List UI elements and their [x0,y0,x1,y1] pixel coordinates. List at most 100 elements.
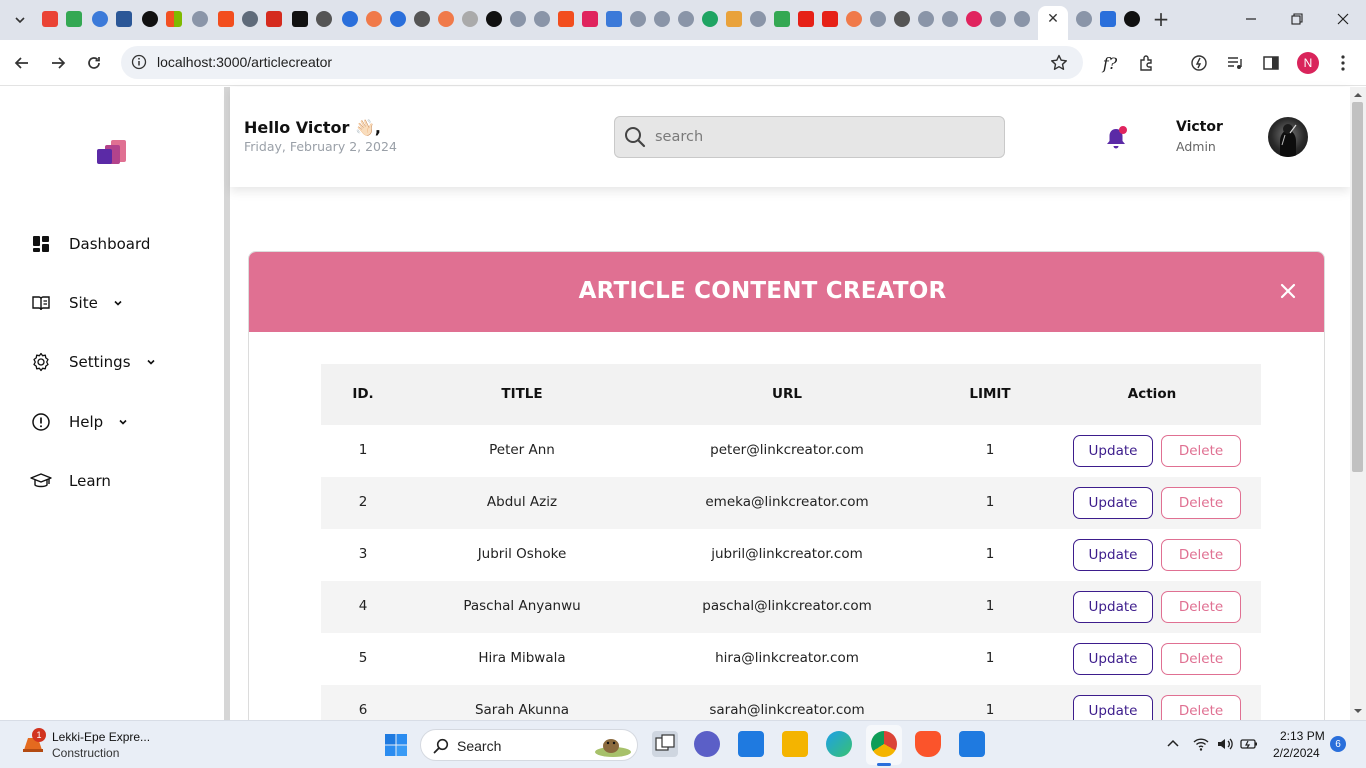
formula-extension-icon[interactable]: f? [1099,52,1121,74]
tab-site-icon[interactable] [702,11,718,27]
avatar[interactable] [1268,117,1308,157]
tab-site-icon[interactable] [918,11,934,27]
tab-site-icon[interactable] [966,11,982,27]
tab-github-icon[interactable] [894,11,910,27]
tab-github-icon[interactable] [316,11,332,27]
tab-site-icon[interactable] [606,11,622,27]
tab-search-button[interactable] [8,8,32,32]
delete-button[interactable]: Delete [1161,591,1241,623]
chrome-browser-icon[interactable] [871,731,897,757]
close-tab-icon[interactable]: ✕ [1046,12,1060,26]
tab-site-icon[interactable] [1124,11,1140,27]
tab-gmail-icon[interactable] [42,11,58,27]
scroll-down-arrow-icon[interactable] [1352,706,1364,716]
scroll-up-arrow-icon[interactable] [1352,90,1364,100]
vscode-icon[interactable] [959,731,985,757]
sidebar-item-learn[interactable]: Learn [30,467,111,495]
tab-site-icon[interactable] [438,11,454,27]
back-button[interactable] [11,52,33,74]
update-button[interactable]: Update [1073,591,1153,623]
delete-button[interactable]: Delete [1161,487,1241,519]
new-tab-icon[interactable]: + [1152,9,1170,29]
forward-button[interactable] [47,52,69,74]
tab-meet-icon[interactable] [774,11,790,27]
sidebar-item-site[interactable]: Site [30,289,124,317]
tab-site-icon[interactable] [678,11,694,27]
delete-button[interactable]: Delete [1161,435,1241,467]
tab-site-icon[interactable] [534,11,550,27]
tab-figma-icon[interactable] [218,11,234,27]
tab-meet-icon[interactable] [66,11,82,27]
performance-icon[interactable] [1188,52,1210,74]
volume-icon[interactable] [1216,735,1234,753]
bookmark-star-icon[interactable] [1049,53,1069,73]
taskbar-search[interactable]: Search [420,729,638,761]
profile-avatar[interactable]: N [1297,52,1319,74]
delete-button[interactable]: Delete [1161,539,1241,571]
tab-site-icon[interactable] [342,11,358,27]
sidebar-item-dashboard[interactable]: Dashboard [30,230,150,258]
teams-chat-icon[interactable] [694,731,720,757]
close-icon[interactable] [1277,280,1299,302]
tab-site-icon[interactable] [582,11,598,27]
tab-canada-icon[interactable] [266,11,282,27]
clock-time[interactable]: 2:13 PM [1280,729,1325,743]
close-window-icon[interactable] [1334,10,1352,28]
microsoft-store-icon[interactable] [738,731,764,757]
tab-info-icon[interactable] [242,11,258,27]
notification-count-badge[interactable]: 6 [1330,736,1346,752]
tab-site-icon[interactable] [1100,11,1116,27]
restore-icon[interactable] [1288,10,1306,28]
clock-date[interactable]: 2/2/2024 [1273,746,1320,760]
browser-menu-icon[interactable] [1332,52,1354,74]
tab-site-icon[interactable] [726,11,742,27]
address-url[interactable]: localhost:3000/articlecreator [157,54,332,70]
update-button[interactable]: Update [1073,539,1153,571]
tab-site-icon[interactable] [846,11,862,27]
search-input[interactable] [655,125,985,149]
edge-browser-icon[interactable] [826,731,852,757]
tab-site-icon[interactable] [942,11,958,27]
brave-browser-icon[interactable] [915,731,941,757]
app-logo[interactable] [97,140,127,164]
side-panel-icon[interactable] [1260,52,1282,74]
tab-site-icon[interactable] [92,11,108,27]
tab-site-icon[interactable] [462,11,478,27]
tab-site-icon[interactable] [654,11,670,27]
tab-site-icon[interactable] [1076,11,1092,27]
tab-app-icon[interactable] [142,11,158,27]
tab-site-icon[interactable] [750,11,766,27]
tab-site-icon[interactable] [366,11,382,27]
tab-site-icon[interactable] [990,11,1006,27]
tab-youtube-icon[interactable] [798,11,814,27]
tab-site-icon[interactable] [192,11,208,27]
update-button[interactable]: Update [1073,487,1153,519]
file-explorer-icon[interactable] [782,731,808,757]
media-control-icon[interactable] [1224,52,1246,74]
tab-youtube-icon[interactable] [822,11,838,27]
delete-button[interactable]: Delete [1161,643,1241,675]
tab-site-icon[interactable] [510,11,526,27]
wifi-icon[interactable] [1192,735,1210,753]
extensions-icon[interactable] [1136,52,1158,74]
tab-microsoft-icon[interactable] [166,11,182,27]
tab-site-icon[interactable] [870,11,886,27]
tab-github-icon[interactable] [414,11,430,27]
address-bar[interactable]: localhost:3000/articlecreator [121,46,1083,79]
search-bar[interactable] [614,116,1005,158]
update-button[interactable]: Update [1073,435,1153,467]
tab-site-icon[interactable] [630,11,646,27]
news-widget-title[interactable]: Lekki-Epe Expre... [52,730,150,744]
tab-app-icon[interactable] [292,11,308,27]
scrollbar-thumb[interactable] [1352,102,1363,472]
tab-word-icon[interactable] [116,11,132,27]
reload-button[interactable] [83,52,105,74]
tab-github-icon[interactable] [486,11,502,27]
windows-start-icon[interactable] [384,733,408,757]
task-view-icon[interactable] [652,731,678,757]
minimize-icon[interactable] [1242,10,1260,28]
tab-figma-icon[interactable] [558,11,574,27]
tab-site-icon[interactable] [390,11,406,27]
tab-site-icon[interactable] [1014,11,1030,27]
site-info-icon[interactable] [131,54,147,70]
